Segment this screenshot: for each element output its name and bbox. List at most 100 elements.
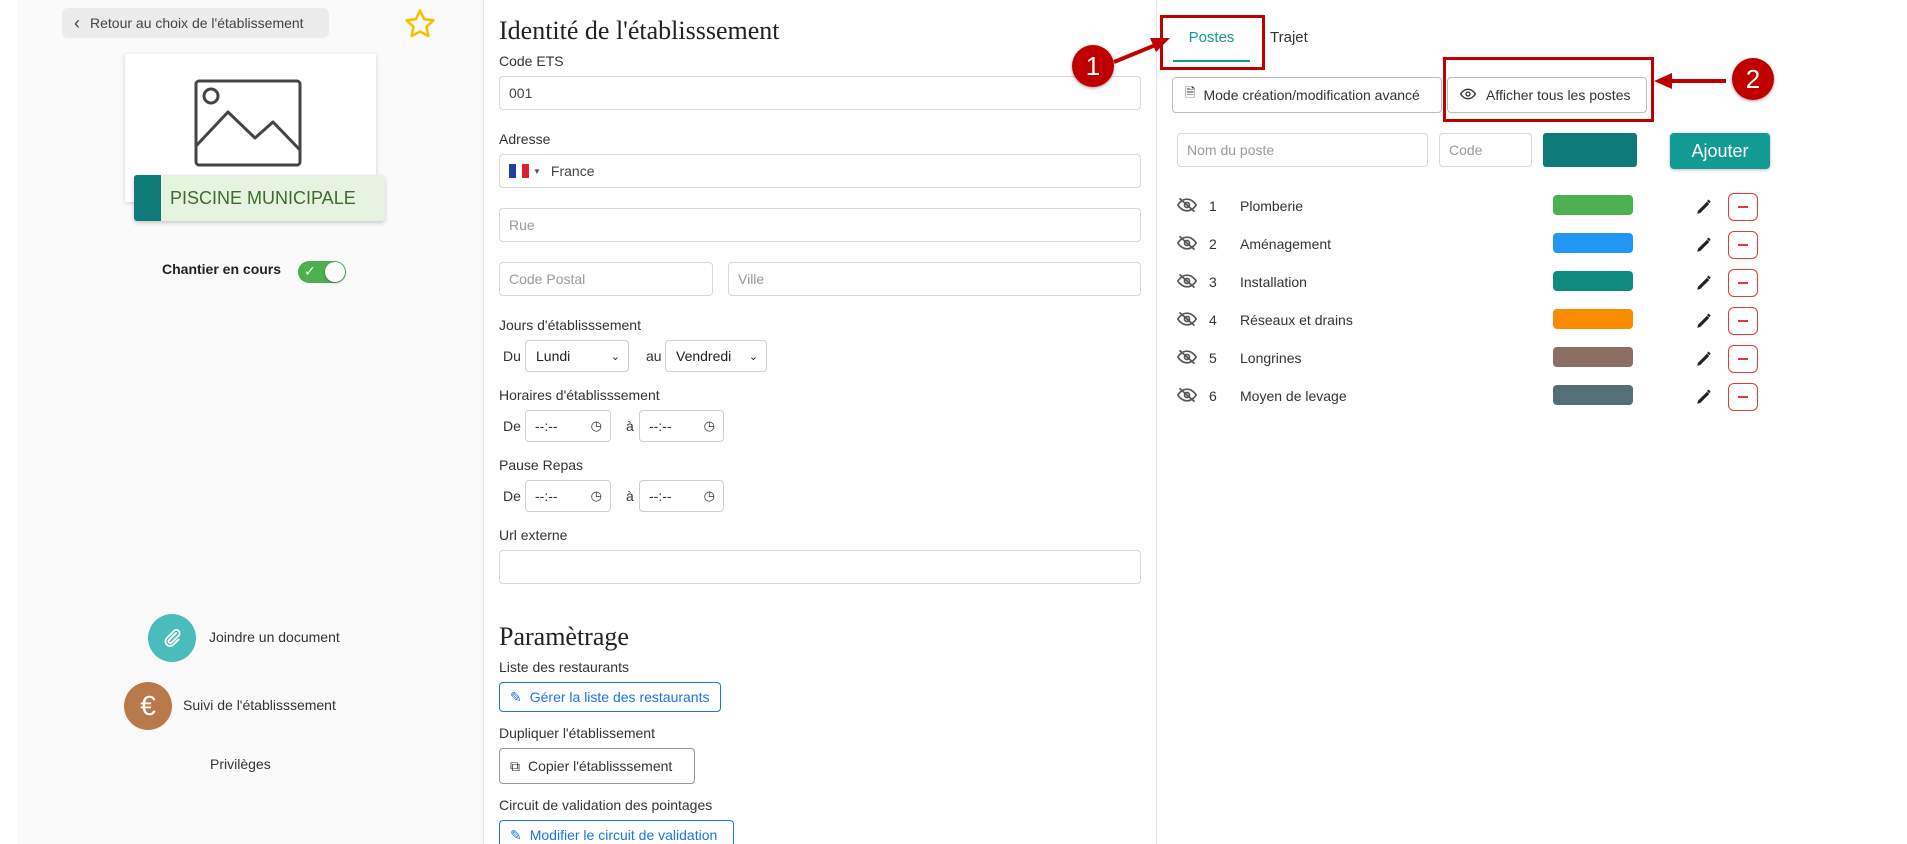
minus-icon xyxy=(1738,206,1748,208)
poste-name-input[interactable]: Nom du poste xyxy=(1177,133,1428,167)
establishment-name-tag: PISCINE MUNICIPALE xyxy=(134,175,385,221)
chantier-label: Chantier en cours xyxy=(162,261,282,277)
break-to-input[interactable]: --:-- ◷ xyxy=(639,480,724,512)
star-icon[interactable] xyxy=(403,7,437,41)
delete-poste-button[interactable] xyxy=(1728,307,1758,335)
poste-color-swatch[interactable] xyxy=(1553,271,1633,291)
pencil-icon[interactable] xyxy=(1695,350,1713,371)
break-label: Pause Repas xyxy=(499,457,584,473)
days-label: Jours d'établisssement xyxy=(499,317,641,333)
poste-row: 6 Moyen de levage xyxy=(1172,379,1772,417)
document-icon: 🗎 xyxy=(1185,85,1196,100)
poste-number: 5 xyxy=(1209,350,1217,366)
delete-poste-button[interactable] xyxy=(1728,345,1758,373)
poste-row: 1 Plomberie xyxy=(1172,189,1772,227)
code-input[interactable]: 001 xyxy=(499,76,1141,110)
address-label: Adresse xyxy=(499,131,551,147)
poste-code-input[interactable]: Code xyxy=(1439,133,1532,167)
url-label: Url externe xyxy=(499,527,568,543)
pencil-icon[interactable] xyxy=(1695,388,1713,409)
eye-off-icon[interactable] xyxy=(1176,273,1198,292)
delete-poste-button[interactable] xyxy=(1728,231,1758,259)
country-select[interactable]: ▼ France xyxy=(499,154,1141,188)
minus-icon xyxy=(1738,358,1748,360)
days-from-label: Du xyxy=(503,348,521,364)
privileges-link[interactable]: Privilèges xyxy=(210,756,271,772)
settings-title: Paramètrage xyxy=(499,622,629,651)
euro-icon[interactable]: € xyxy=(124,682,172,730)
name-tag-color-bar xyxy=(134,175,161,221)
check-icon: ✓ xyxy=(304,263,316,279)
eye-off-icon[interactable] xyxy=(1176,235,1198,254)
poste-number: 3 xyxy=(1209,274,1217,290)
eye-off-icon[interactable] xyxy=(1176,197,1198,216)
pencil-icon[interactable] xyxy=(1695,274,1713,295)
image-placeholder-icon xyxy=(194,79,302,167)
advanced-mode-button[interactable]: 🗎 Mode création/modification avancé xyxy=(1172,77,1442,113)
left-panel: ‹ Retour au choix de l'établissement PIS… xyxy=(17,0,484,844)
circuit-label: Circuit de validation des pointages xyxy=(499,797,713,813)
poste-color-picker[interactable] xyxy=(1543,133,1637,167)
url-input[interactable] xyxy=(499,550,1141,584)
poste-color-swatch[interactable] xyxy=(1553,385,1633,405)
annotation-marker-1: 1 xyxy=(1072,45,1114,87)
chantier-toggle[interactable]: ✓ xyxy=(298,261,346,283)
add-poste-button[interactable]: Ajouter xyxy=(1670,133,1770,169)
eye-off-icon[interactable] xyxy=(1176,349,1198,368)
pencil-icon[interactable] xyxy=(1695,236,1713,257)
poste-name: Installation xyxy=(1240,274,1307,290)
back-button[interactable]: ‹ Retour au choix de l'établissement xyxy=(62,8,329,38)
eye-off-icon[interactable] xyxy=(1176,387,1198,406)
chevron-left-icon: ‹ xyxy=(74,13,80,33)
annotation-arrow-1 xyxy=(1113,38,1170,64)
hours-from-label: De xyxy=(503,418,521,434)
delete-poste-button[interactable] xyxy=(1728,269,1758,297)
copy-establishment-button[interactable]: ⧉ Copier l'établisssement xyxy=(499,748,695,784)
days-from-select[interactable]: Lundi ⌄ xyxy=(525,340,629,372)
break-from-label: De xyxy=(503,488,521,504)
manage-restaurants-button[interactable]: ✎ Gérer la liste des restaurants xyxy=(499,682,721,712)
minus-icon xyxy=(1738,320,1748,322)
hours-from-input[interactable]: --:-- ◷ xyxy=(525,410,611,442)
minus-icon xyxy=(1738,282,1748,284)
poste-color-swatch[interactable] xyxy=(1553,195,1633,215)
paperclip-icon[interactable] xyxy=(148,614,196,662)
poste-color-swatch[interactable] xyxy=(1553,347,1633,367)
poste-color-swatch[interactable] xyxy=(1553,309,1633,329)
follow-up-link[interactable]: Suivi de l'établisssement xyxy=(183,697,336,713)
poste-row: 5 Longrines xyxy=(1172,341,1772,379)
postal-code-input[interactable]: Code Postal xyxy=(499,262,713,296)
clock-icon: ◷ xyxy=(590,488,602,503)
poste-number: 6 xyxy=(1209,388,1217,404)
pencil-icon[interactable] xyxy=(1695,198,1713,219)
attach-document-link[interactable]: Joindre un document xyxy=(209,629,340,645)
poste-row: 2 Aménagement xyxy=(1172,227,1772,265)
poste-number: 2 xyxy=(1209,236,1217,252)
delete-poste-button[interactable] xyxy=(1728,193,1758,221)
clock-icon: ◷ xyxy=(590,418,602,433)
days-to-label: au xyxy=(646,348,662,364)
poste-name: Réseaux et drains xyxy=(1240,312,1353,328)
hours-to-label: à xyxy=(626,418,634,434)
poste-color-swatch[interactable] xyxy=(1553,233,1633,253)
chevron-down-icon: ⌄ xyxy=(748,350,758,363)
city-input[interactable]: Ville xyxy=(728,262,1141,296)
pencil-icon[interactable] xyxy=(1695,312,1713,333)
tab-trajet[interactable]: Trajet xyxy=(1270,29,1308,46)
annotation-box-2 xyxy=(1443,57,1654,122)
pencil-icon: ✎ xyxy=(510,826,522,843)
poste-name: Aménagement xyxy=(1240,236,1332,252)
copy-icon: ⧉ xyxy=(510,757,520,774)
eye-off-icon[interactable] xyxy=(1176,311,1198,330)
poste-name: Longrines xyxy=(1240,350,1302,366)
street-input[interactable]: Rue xyxy=(499,208,1141,242)
annotation-arrow-2 xyxy=(1654,73,1726,89)
back-button-label: Retour au choix de l'établissement xyxy=(90,15,304,31)
days-to-select[interactable]: Vendredi ⌄ xyxy=(665,340,767,372)
break-from-input[interactable]: --:-- ◷ xyxy=(525,480,611,512)
clock-icon: ◷ xyxy=(703,488,715,503)
poste-row: 3 Installation xyxy=(1172,265,1772,303)
delete-poste-button[interactable] xyxy=(1728,383,1758,411)
hours-to-input[interactable]: --:-- ◷ xyxy=(639,410,724,442)
edit-circuit-button[interactable]: ✎ Modifier le circuit de validation xyxy=(499,820,734,844)
